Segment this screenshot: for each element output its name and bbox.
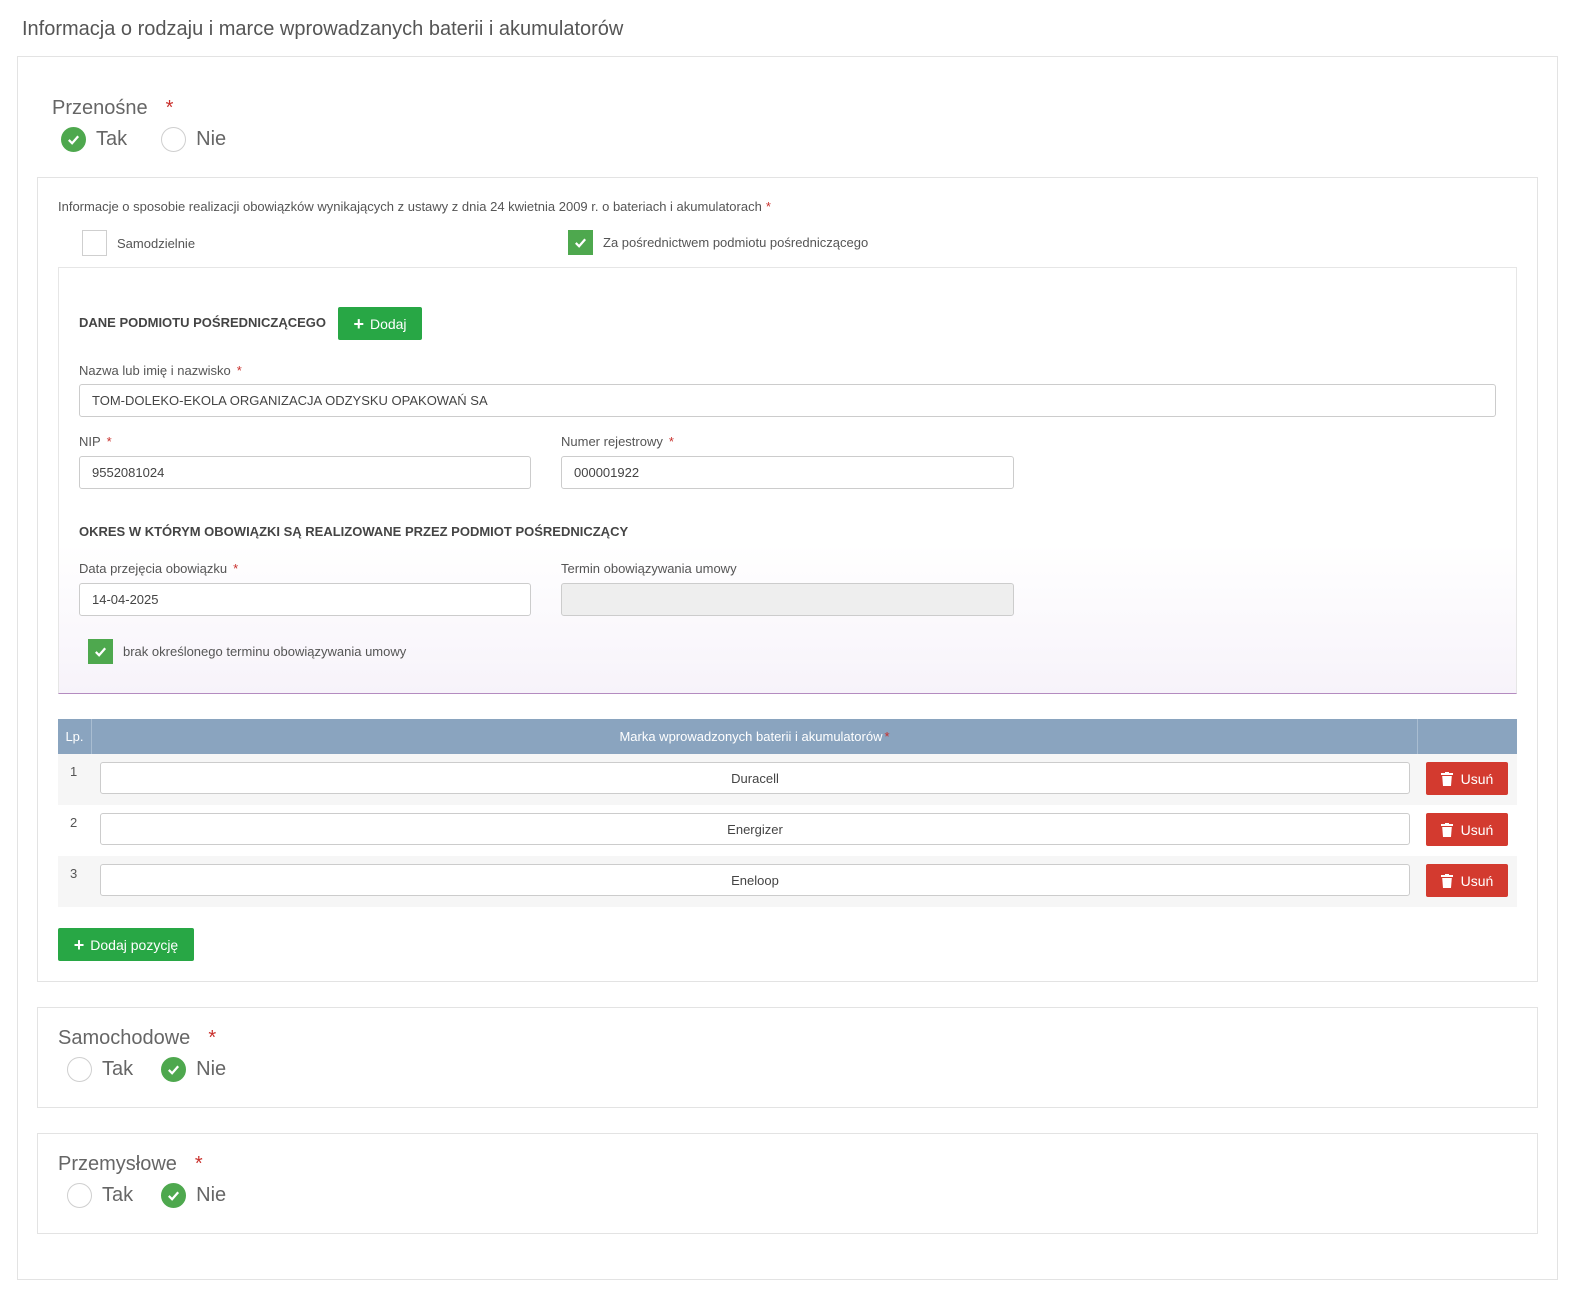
plus-icon: +	[73, 934, 85, 955]
przemyslowe-nie-radio[interactable]: Nie	[161, 1183, 226, 1208]
radio-checked-icon	[161, 1057, 187, 1082]
trash-icon	[1440, 822, 1453, 837]
radio-empty-icon	[67, 1183, 92, 1208]
samochodowe-radio-group: Tak Nie	[67, 1057, 248, 1082]
add-position-button[interactable]: + Dodaj pozycję	[58, 928, 194, 961]
table-row: 2 Energizer Usuń	[58, 805, 1517, 856]
reg-number-input[interactable]: 000001922	[561, 456, 1014, 489]
col-brand-header: Marka wprowadzonych baterii i akumulator…	[92, 719, 1418, 754]
radio-checked-icon	[61, 127, 86, 152]
term-input	[561, 583, 1014, 616]
row-lp: 1	[70, 764, 78, 779]
col-lp-header: Lp.	[58, 719, 92, 754]
samochodowe-tak-radio[interactable]: Tak	[67, 1057, 133, 1082]
przenosne-radio-group: Tak Nie	[61, 127, 248, 152]
period-section-title: OKRES W KTÓRYM OBOWIĄZKI SĄ REALIZOWANE …	[79, 524, 629, 539]
nip-field-label: NIP *	[79, 434, 112, 449]
no-term-checkbox-row[interactable]: brak określonego terminu obowiązywania u…	[88, 639, 406, 664]
obligations-label: Informacje o sposobie realizacji obowiąz…	[58, 199, 771, 214]
nip-input[interactable]: 9552081024	[79, 456, 531, 489]
przemyslowe-box	[37, 1133, 1538, 1234]
posrednictwo-checkbox[interactable]	[568, 230, 593, 255]
posrednictwo-checkbox-row[interactable]: Za pośrednictwem podmiotu pośrednicząceg…	[568, 230, 868, 255]
przemyslowe-tak-radio[interactable]: Tak	[67, 1183, 133, 1208]
radio-empty-icon	[67, 1057, 92, 1082]
table-row: 1 Duracell Usuń	[58, 754, 1517, 805]
remove-row-button[interactable]: Usuń	[1426, 813, 1508, 846]
check-icon	[575, 238, 587, 248]
brand-input[interactable]: Duracell	[100, 762, 1410, 794]
row-lp: 2	[70, 815, 78, 830]
przenosne-label: Przenośne *	[52, 97, 174, 119]
term-field-label: Termin obowiązywania umowy	[561, 561, 737, 576]
date-field-label: Data przejęcia obowiązku *	[79, 561, 239, 576]
samochodowe-label: Samochodowe *	[58, 1027, 217, 1049]
przemyslowe-label: Przemysłowe *	[58, 1153, 203, 1175]
brands-table-header: Lp. Marka wprowadzonych baterii i akumul…	[58, 719, 1517, 754]
check-icon	[95, 647, 107, 657]
add-intermediary-button[interactable]: + Dodaj	[338, 307, 422, 340]
samodzielnie-checkbox-row[interactable]: Samodzielnie	[82, 230, 195, 256]
przenosne-nie-radio[interactable]: Nie	[161, 127, 226, 152]
samochodowe-nie-radio[interactable]: Nie	[161, 1057, 226, 1082]
samodzielnie-checkbox[interactable]	[82, 230, 107, 256]
trash-icon	[1440, 771, 1453, 786]
no-term-checkbox[interactable]	[88, 639, 113, 664]
table-row: 3 Eneloop Usuń	[58, 856, 1517, 907]
brand-input[interactable]: Energizer	[100, 813, 1410, 845]
page-title: Informacja o rodzaju i marce wprowadzany…	[22, 18, 624, 40]
brand-input[interactable]: Eneloop	[100, 864, 1410, 896]
plus-icon: +	[353, 313, 364, 334]
reg-number-field-label: Numer rejestrowy *	[561, 434, 674, 449]
date-input[interactable]: 14-04-2025	[79, 583, 531, 616]
przemyslowe-radio-group: Tak Nie	[67, 1183, 248, 1208]
name-field-label: Nazwa lub imię i nazwisko *	[79, 363, 242, 378]
required-mark: *	[165, 97, 174, 119]
radio-empty-icon	[161, 127, 187, 152]
remove-row-button[interactable]: Usuń	[1426, 864, 1508, 897]
intermediary-section-title: DANE PODMIOTU POŚREDNICZĄCEGO	[79, 315, 327, 330]
name-input[interactable]: TOM-DOLEKO-EKOLA ORGANIZACJA ODZYSKU OPA…	[79, 384, 1496, 417]
radio-checked-icon	[161, 1183, 187, 1208]
przenosne-tak-radio[interactable]: Tak	[61, 127, 127, 152]
remove-row-button[interactable]: Usuń	[1426, 762, 1508, 795]
trash-icon	[1440, 873, 1453, 888]
row-lp: 3	[70, 866, 78, 881]
samochodowe-box	[37, 1007, 1538, 1108]
